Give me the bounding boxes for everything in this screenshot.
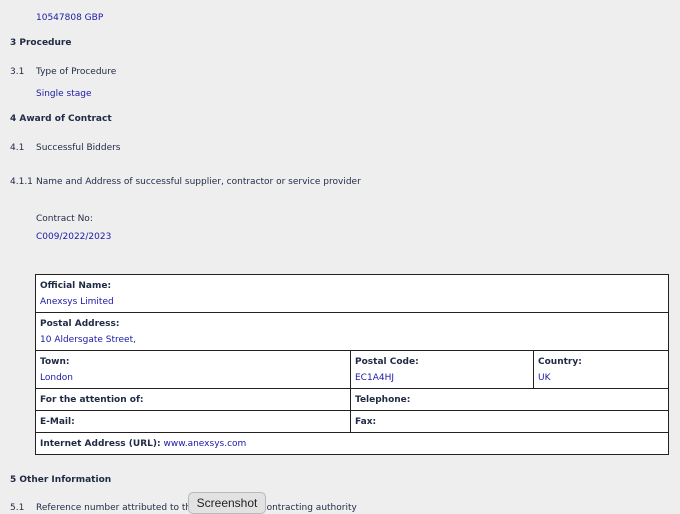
successful-bidders-label: Successful Bidders — [36, 143, 121, 153]
telephone-cell: Telephone: — [349, 388, 670, 411]
postal-code-cell: Postal Code: EC1A4HJ — [350, 350, 534, 389]
section-heading-procedure: 3 Procedure — [10, 38, 72, 48]
fax-label: Fax: — [355, 416, 377, 427]
section-heading-other-information: 5 Other Information — [10, 475, 112, 485]
item-number-3-1: 3.1 — [10, 67, 25, 77]
postal-code-value: EC1A4HJ — [355, 373, 395, 383]
attention-cell: For the attention of: — [35, 388, 351, 411]
attention-label: For the attention of: — [40, 394, 144, 405]
town-label: Town: — [40, 357, 70, 367]
item-number-5-1: 5.1 — [10, 503, 25, 513]
postal-address-label: Postal Address: — [40, 319, 120, 329]
telephone-label: Telephone: — [355, 394, 411, 405]
official-name-label: Official Name: — [40, 281, 112, 291]
fax-cell: Fax: — [349, 410, 670, 433]
table-row: For the attention of: Telephone: — [35, 388, 670, 411]
section-heading-award: 4 Award of Contract — [10, 114, 112, 124]
postal-address-cell: Postal Address: 10 Aldersgate Street, — [34, 312, 670, 351]
item-number-4-1-1: 4.1.1 — [10, 177, 33, 187]
type-of-procedure-label: Type of Procedure — [36, 67, 117, 77]
contractor-details-table: Official Name: Anexsys Limited Postal Ad… — [34, 274, 670, 455]
town-cell: Town: London — [35, 350, 351, 389]
item-number-4-1: 4.1 — [10, 143, 25, 153]
table-row: Internet Address (URL): www.anexsys.com — [34, 432, 670, 455]
type-of-procedure-value: Single stage — [36, 89, 92, 99]
official-name-cell: Official Name: Anexsys Limited — [34, 274, 670, 313]
contract-no-value: C009/2022/2023 — [36, 232, 112, 242]
town-value: London — [40, 373, 73, 383]
official-name-value: Anexsys Limited — [40, 297, 114, 307]
postal-code-label: Postal Code: — [355, 357, 419, 367]
email-label: E-Mail: — [40, 416, 75, 427]
url-label: Internet Address (URL): — [40, 438, 161, 449]
url-link[interactable]: www.anexsys.com — [163, 439, 246, 449]
table-row: E-Mail: Fax: — [35, 410, 670, 433]
table-row: Official Name: Anexsys Limited — [34, 274, 670, 313]
supplier-name-address-label: Name and Address of successful supplier,… — [36, 177, 361, 187]
country-cell: Country: UK — [532, 350, 670, 389]
contract-no-label: Contract No: — [36, 214, 93, 224]
country-value: UK — [538, 373, 551, 383]
estimated-value: 10547808 GBP — [36, 13, 104, 23]
url-cell: Internet Address (URL): www.anexsys.com — [34, 432, 670, 455]
country-label: Country: — [538, 357, 582, 367]
postal-address-value: 10 Aldersgate Street, — [40, 335, 136, 345]
email-cell: E-Mail: — [35, 410, 351, 433]
table-row: Postal Address: 10 Aldersgate Street, — [34, 312, 670, 351]
table-row: Town: London Postal Code: EC1A4HJ Countr… — [35, 350, 670, 389]
screenshot-button[interactable]: Screenshot — [188, 492, 266, 514]
